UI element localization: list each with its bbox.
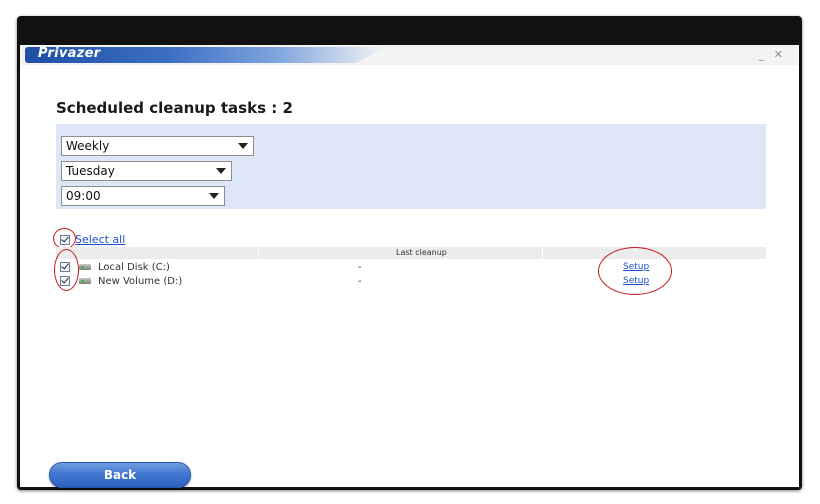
close-button[interactable]: ✕: [774, 48, 783, 61]
schedule-panel: Weekly Tuesday 09:00: [56, 124, 766, 209]
window-controls: _ ✕: [753, 48, 783, 61]
app-logo: Privazer: [38, 46, 101, 61]
column-divider: [258, 247, 259, 259]
day-select-value: Tuesday: [66, 164, 115, 178]
last-cleanup-value: -: [358, 276, 362, 287]
page-title: Scheduled cleanup tasks : 2: [56, 99, 293, 117]
frequency-select-value: Weekly: [66, 139, 110, 153]
time-select[interactable]: 09:00: [61, 186, 225, 206]
chevron-down-icon: [209, 193, 219, 199]
time-select-value: 09:00: [66, 189, 101, 203]
annotation-circle-checkboxes: [54, 249, 79, 291]
drive-name: Local Disk (C:): [98, 262, 170, 273]
column-divider: [542, 247, 543, 259]
title-bar: Privazer _ ✕: [20, 45, 799, 65]
back-button[interactable]: Back: [49, 462, 191, 488]
window-client-area: Privazer _ ✕ Scheduled cleanup tasks : 2…: [20, 45, 799, 488]
annotation-circle-select-all: [53, 228, 76, 249]
drive-icon: [79, 278, 91, 284]
last-cleanup-value: -: [358, 262, 362, 273]
frequency-select[interactable]: Weekly: [61, 136, 254, 156]
day-select[interactable]: Tuesday: [61, 161, 232, 181]
chevron-down-icon: [216, 168, 226, 174]
app-window: Privazer _ ✕ Scheduled cleanup tasks : 2…: [17, 16, 802, 490]
drive-name: New Volume (D:): [98, 276, 183, 287]
chevron-down-icon: [238, 143, 248, 149]
drive-icon: [79, 264, 91, 270]
column-header-last-cleanup: Last cleanup: [396, 248, 447, 257]
minimize-button[interactable]: _: [759, 48, 765, 61]
select-all-link[interactable]: Select all: [75, 233, 125, 246]
annotation-circle-setup-links: [598, 247, 672, 295]
